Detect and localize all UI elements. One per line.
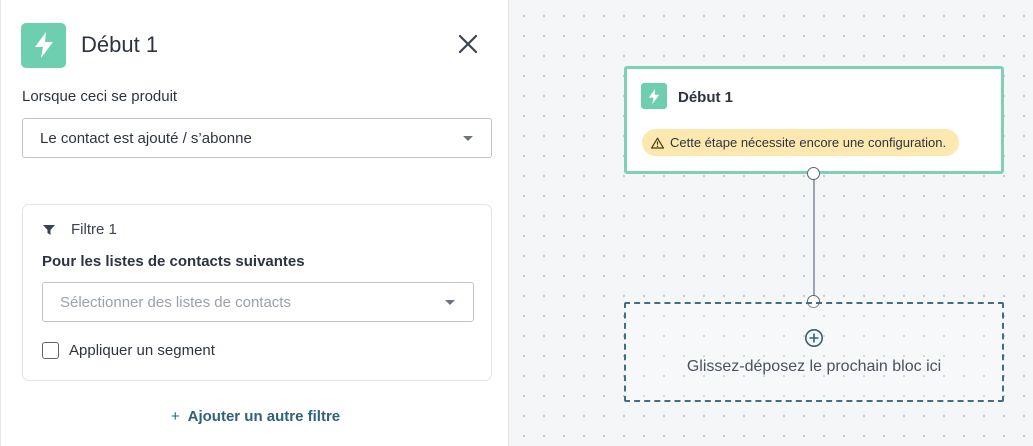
contact-lists-placeholder: Sélectionner des listes de contacts <box>60 293 291 311</box>
node-connector <box>813 174 815 301</box>
workflow-canvas[interactable]: Début 1 Cette étape nécessite encore une… <box>510 0 1033 446</box>
output-port[interactable] <box>807 167 820 180</box>
bolt-icon <box>641 83 667 109</box>
trigger-config-panel: Début 1 Lorsque ceci se produit Le conta… <box>0 0 509 446</box>
warning-icon <box>651 137 664 149</box>
add-circle-icon[interactable] <box>804 328 824 348</box>
start-node[interactable]: Début 1 Cette étape nécessite encore une… <box>624 66 1004 174</box>
plus-icon: + <box>170 408 180 425</box>
dropzone-text: Glissez-déposez le prochain bloc ici <box>686 358 942 375</box>
start-node-title: Début 1 <box>678 89 734 106</box>
filter-toggle[interactable]: Filtre 1 <box>43 221 117 238</box>
add-filter-label: Ajouter un autre filtre <box>187 408 341 425</box>
filter-title: Filtre 1 <box>71 221 117 238</box>
configuration-warning: Cette étape nécessite encore une configu… <box>642 129 960 156</box>
bolt-icon <box>21 22 66 68</box>
add-filter-button[interactable]: + Ajouter un autre filtre <box>1 408 510 425</box>
panel-header: Début 1 <box>21 22 488 68</box>
trigger-label: Lorsque ceci se produit <box>22 88 178 105</box>
configuration-warning-text: Cette étape nécessite encore une configu… <box>670 135 947 150</box>
panel-title: Début 1 <box>81 32 159 57</box>
contact-lists-select[interactable]: Sélectionner des listes de contacts <box>42 282 474 322</box>
contact-lists-label: Pour les listes de contacts suivantes <box>42 253 305 270</box>
filter-card: Filtre 1 Pour les listes de contacts sui… <box>22 204 492 381</box>
apply-segment-checkbox[interactable] <box>42 342 59 359</box>
close-icon[interactable] <box>456 32 480 56</box>
filter-icon <box>43 224 55 235</box>
apply-segment-label: Appliquer un segment <box>69 342 215 359</box>
caret-down-icon <box>463 136 473 141</box>
apply-segment-option[interactable]: Appliquer un segment <box>42 342 215 359</box>
trigger-select-value: Le contact est ajouté / s’abonne <box>40 129 252 147</box>
caret-down-icon <box>445 300 455 305</box>
next-block-dropzone[interactable]: Glissez-déposez le prochain bloc ici <box>624 302 1004 402</box>
trigger-select[interactable]: Le contact est ajouté / s’abonne <box>22 118 492 158</box>
